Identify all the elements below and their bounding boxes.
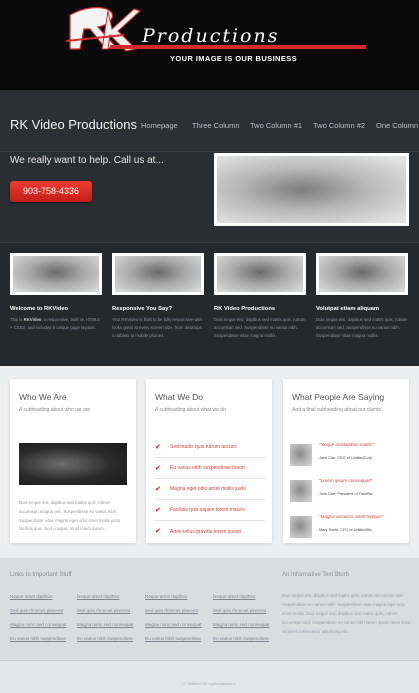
testimonials-card: What People Are Saying And a final subhe… <box>283 379 409 543</box>
feature-text: Duis neque nisi, dapibus sed mattis quis… <box>316 317 408 339</box>
testimonial-name: Mary Smith, CFO of UntitledBiz <box>319 528 372 532</box>
feature-image[interactable] <box>10 253 102 295</box>
footer-link[interactable]: Eu varius nibh suspendisse <box>145 636 201 641</box>
feature-image[interactable] <box>316 253 408 295</box>
hero-section: We really want to help. Call us at... 90… <box>0 152 419 242</box>
what-title: What We Do <box>155 392 204 402</box>
feature-title: Welcome to RKVideo <box>10 306 69 312</box>
footer-blurb-text: Duis neque nisi, dapibus sed mattis quis… <box>282 593 411 635</box>
feature-title: Responsive You Say? <box>112 306 173 312</box>
nav-item-one-column[interactable]: One Column <box>376 121 418 130</box>
footer-section: Links to Important Stuff Neque amet dapi… <box>0 558 419 660</box>
footer-link[interactable]: Neque amet dapibus <box>77 594 119 599</box>
check-icon: ✔ <box>155 528 161 535</box>
testimonial-quote: "Magna veroeros amet tempus" <box>319 514 384 519</box>
footer-blurb-title: An Informative Text Blurb <box>282 572 349 578</box>
avatar <box>290 480 312 502</box>
feature-item: Welcome to RKVideo This is RKVideo, a re… <box>10 253 102 332</box>
what-subtitle: A subheading about what we do <box>155 407 226 413</box>
hero-image <box>214 153 409 226</box>
footer-link[interactable]: Eu varius nibh suspendisse <box>213 636 269 641</box>
list-item[interactable]: ✔ Amet tellus gravida lorem ipsum <box>155 521 265 542</box>
people-title: What People Are Saying <box>292 392 385 402</box>
footer-link[interactable]: Eu varius nibh suspendisse <box>10 636 66 641</box>
check-icon: ✔ <box>155 443 161 451</box>
feature-title: Volutpat etiam aliquam <box>316 306 380 312</box>
header-logo-bar: Productions YOUR IMAGE IS OUR BUSINESS <box>0 0 419 90</box>
who-text: Duis neque nisi, dapibus sed mattis quis… <box>19 500 121 532</box>
testimonial-quote: "Neque nisidapibus mattis" <box>319 442 374 447</box>
footer-link[interactable]: Sed quis rhoncus placerat <box>213 608 266 613</box>
logo-text: Productions <box>142 25 280 47</box>
copyright-text: © Untitled. All rights reserved. <box>183 681 236 686</box>
list-item[interactable]: ✔ Eu varius nibh suspendisse lorem <box>155 458 265 479</box>
check-icon: ✔ <box>155 464 161 472</box>
nav-item-two-column-2[interactable]: Two Column #2 <box>313 121 365 130</box>
footer-link[interactable]: Neque amet dapibus <box>145 594 187 599</box>
nav-item-homepage[interactable]: Homepage <box>141 121 178 130</box>
footer-link[interactable]: Magna nunc sed consequat <box>145 622 201 627</box>
nav-item-three-column[interactable]: Three Column <box>192 121 240 130</box>
footer-link[interactable]: Sed quis rhoncus placerat <box>145 608 198 613</box>
testimonial-name: Jane Doe, CEO of UntitledCorp <box>319 456 372 460</box>
phone-button[interactable]: 903-758-4336 <box>10 181 92 202</box>
site-title[interactable]: RK Video Productions <box>10 117 137 132</box>
check-icon: ✔ <box>155 485 161 493</box>
footer-link[interactable]: Sed quis rhoncus placerat <box>10 608 63 613</box>
footer-links-title: Links to Important Stuff <box>10 572 72 578</box>
testimonial: "Neque nisidapibus mattis" Jane Doe, CEO… <box>290 442 395 470</box>
content-section: Who We Are A subheading about who we are… <box>0 366 419 558</box>
testimonial-quote: "Lorem ipsum consequat!" <box>319 478 373 483</box>
feature-text: Yes! RKVideo is built to be fully respon… <box>112 317 203 339</box>
copyright-bar: © Untitled. All rights reserved. <box>0 660 419 693</box>
feature-image[interactable] <box>214 253 306 295</box>
who-image <box>19 443 127 485</box>
feature-item: RK Video Productions Duis neque nisi, da… <box>214 253 306 340</box>
list-item[interactable]: ✔ Magna eget odio amet mollis justo <box>155 479 265 500</box>
what-list: ✔ Sed mattis quis rutrum accum ✔ Eu varius… <box>155 437 265 542</box>
footer-link[interactable]: Magna nunc sed consequat <box>77 622 133 627</box>
testimonial: "Magna veroeros amet tempus" Mary Smith,… <box>290 514 395 542</box>
hero-text: We really want to help. Call us at... <box>10 155 164 166</box>
list-item[interactable]: ✔ Sed mattis quis rutrum accum <box>155 437 265 458</box>
feature-title: RK Video Productions <box>214 306 276 312</box>
feature-item: Responsive You Say? Yes! RKVideo is buil… <box>112 253 204 340</box>
list-item[interactable]: ✔ Facilisis quis sapien lorem mauris <box>155 500 265 521</box>
who-subtitle: A subheading about who we are <box>19 407 91 413</box>
people-subtitle: And a final subheading about our clients <box>292 407 381 413</box>
who-we-are-card: Who We Are A subheading about who we are… <box>10 379 136 543</box>
what-we-do-card: What We Do A subheading about what we do… <box>146 379 272 543</box>
logo-tagline: YOUR IMAGE IS OUR BUSINESS <box>170 54 298 63</box>
footer-link[interactable]: Eu varius nibh suspendisse <box>77 636 133 641</box>
feature-text: This is RKVideo, a responsive, built on … <box>10 317 100 331</box>
footer-link[interactable]: Magna nunc sed consequat <box>213 622 269 627</box>
logo-underline <box>110 45 366 49</box>
footer-link[interactable]: Sed quis rhoncus placerat <box>77 608 130 613</box>
nav-item-two-column-1[interactable]: Two Column #1 <box>250 121 302 130</box>
avatar <box>290 444 312 466</box>
testimonial: "Lorem ipsum consequat!" John Doe, Presi… <box>290 478 395 506</box>
footer-link[interactable]: Magna nunc sed consequat <box>10 622 66 627</box>
testimonial-name: John Doe, President of FakeBiz <box>319 492 373 496</box>
check-icon: ✔ <box>155 506 161 514</box>
features-section: Welcome to RKVideo This is RKVideo, a re… <box>0 242 419 366</box>
feature-image[interactable] <box>112 253 204 295</box>
footer-link[interactable]: Neque amet dapibus <box>213 594 255 599</box>
avatar <box>290 516 312 538</box>
feature-text: Duis neque nisi, dapibus sed mattis quis… <box>214 317 306 339</box>
who-title: Who We Are <box>19 392 67 402</box>
footer-link[interactable]: Neque amet dapibus <box>10 594 52 599</box>
navigation-bar: RK Video Productions Homepage Three Colu… <box>0 90 419 152</box>
feature-item: Volutpat etiam aliquam Duis neque nisi, … <box>316 253 408 340</box>
